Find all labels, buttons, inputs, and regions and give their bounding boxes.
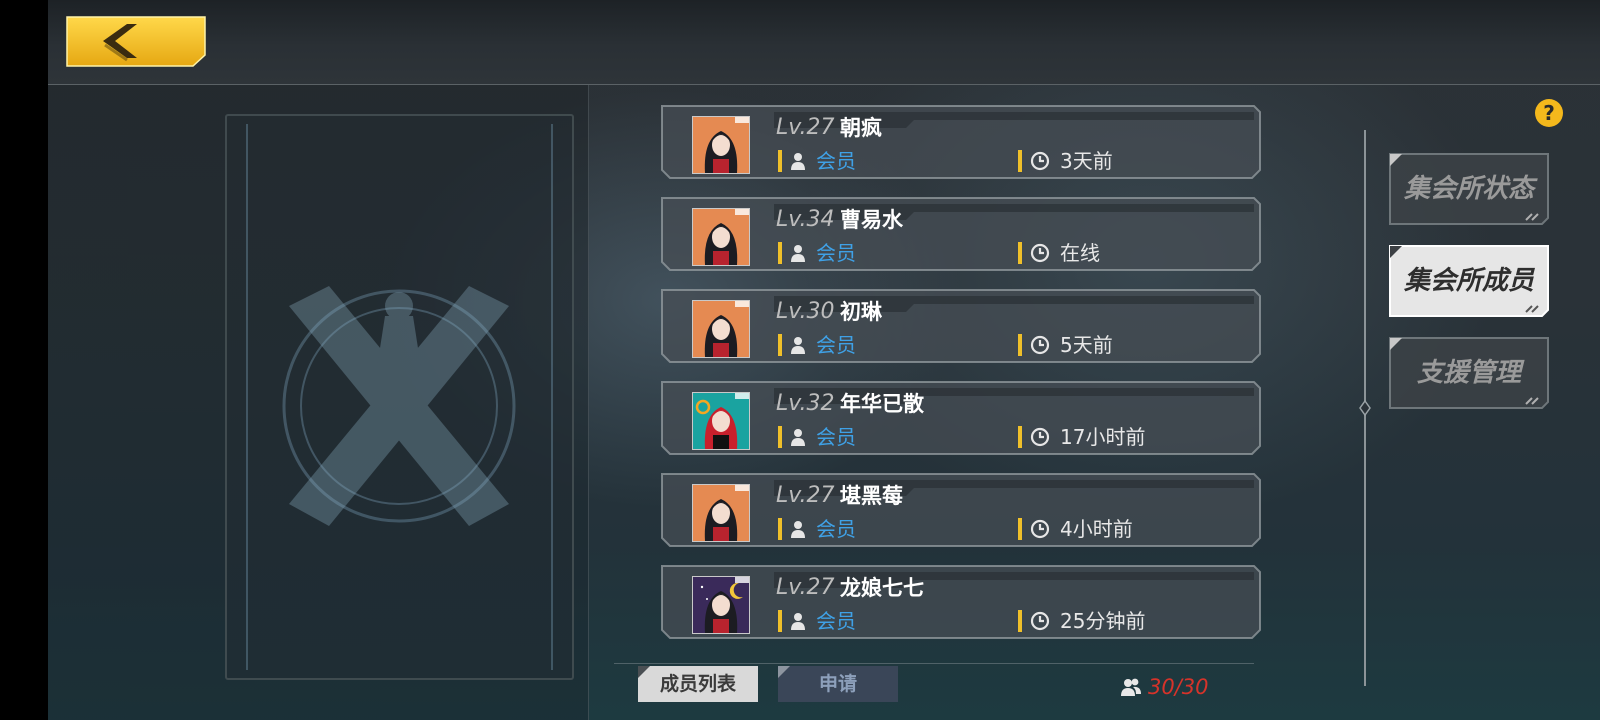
member-last-seen: 17小时前 xyxy=(1060,425,1146,449)
accent-bar xyxy=(778,426,782,448)
guild-info-panel xyxy=(48,85,589,720)
side-tab-support-management[interactable]: 支援管理 xyxy=(1386,336,1552,410)
accent-bar xyxy=(778,242,782,264)
clock-icon xyxy=(1030,611,1050,631)
member-row[interactable]: Lv.30 初琳会员 5天前 xyxy=(614,286,1284,366)
member-last-seen: 5天前 xyxy=(1060,333,1113,357)
tab-member-list-label: 成员列表 xyxy=(659,673,736,695)
game-screen: Lv.27 朝疯 会员 3天前 Lv.34 曹易水 会员 在线 Lv.30 初琳 会员 5天前 Lv.3… xyxy=(48,0,1600,720)
member-avatar[interactable] xyxy=(692,392,750,450)
member-level: Lv.27 xyxy=(776,483,835,508)
member-avatar[interactable] xyxy=(692,116,750,174)
member-role: 会员 xyxy=(816,425,856,449)
member-last-seen: 4小时前 xyxy=(1060,517,1133,541)
side-tab-guild-status[interactable]: 集会所状态 xyxy=(1386,152,1552,226)
person-icon xyxy=(791,613,805,630)
member-avatar[interactable] xyxy=(692,576,750,634)
person-icon xyxy=(791,337,805,354)
side-tab-label: 集会所状态 xyxy=(1403,174,1534,204)
guild-emblem-icon xyxy=(246,124,553,670)
tab-member-list[interactable]: 成员列表 xyxy=(638,666,758,702)
side-tab-label: 集会所成员 xyxy=(1403,266,1534,296)
back-button[interactable] xyxy=(65,15,207,68)
member-name: 朝疯 xyxy=(840,116,882,140)
member-avatar[interactable] xyxy=(692,208,750,266)
member-row[interactable]: Lv.27 朝疯会员 3天前 xyxy=(614,102,1284,182)
clock-icon xyxy=(1030,427,1050,447)
tab-applications[interactable]: 申请 xyxy=(778,666,898,702)
accent-bar xyxy=(778,150,782,172)
member-role: 会员 xyxy=(816,149,856,173)
member-row[interactable]: Lv.27 龙娘七七会员 25分钟前 xyxy=(614,562,1284,642)
side-tab-guild-members[interactable]: 集会所成员 xyxy=(1386,244,1552,318)
accent-bar xyxy=(1018,518,1022,540)
help-button[interactable]: ? xyxy=(1534,98,1564,128)
top-bar xyxy=(48,0,1600,85)
accent-bar xyxy=(1018,610,1022,632)
member-name: 曹易水 xyxy=(840,208,903,232)
member-name: 堪黑莓 xyxy=(840,484,903,508)
accent-bar xyxy=(1018,426,1022,448)
accent-bar xyxy=(1018,150,1022,172)
member-row[interactable]: Lv.27 堪黑莓会员 4小时前 xyxy=(614,470,1284,550)
member-role: 会员 xyxy=(816,241,856,265)
member-level: Lv.30 xyxy=(776,299,835,324)
accent-bar xyxy=(778,518,782,540)
svg-text:?: ? xyxy=(1543,101,1555,125)
person-icon xyxy=(791,153,805,170)
accent-bar xyxy=(1018,334,1022,356)
member-avatar[interactable] xyxy=(692,300,750,358)
member-role: 会员 xyxy=(816,517,856,541)
member-last-seen: 25分钟前 xyxy=(1060,609,1146,633)
members-icon xyxy=(1120,677,1142,697)
member-level: Lv.34 xyxy=(776,207,835,232)
member-name: 年华已散 xyxy=(840,392,924,416)
divider-ornament xyxy=(1359,399,1371,417)
person-icon xyxy=(791,245,805,262)
accent-bar xyxy=(778,610,782,632)
member-level: Lv.32 xyxy=(776,391,835,416)
guild-emblem-card xyxy=(225,114,574,680)
divider xyxy=(614,663,1254,664)
person-icon xyxy=(791,521,805,538)
member-list[interactable]: Lv.27 朝疯 会员 3天前 Lv.34 曹易水 会员 在线 Lv.30 初琳 会员 5天前 Lv.3… xyxy=(614,96,1294,649)
member-role: 会员 xyxy=(816,609,856,633)
member-level: Lv.27 xyxy=(776,115,835,140)
member-role: 会员 xyxy=(816,333,856,357)
clock-icon xyxy=(1030,335,1050,355)
side-tab-label: 支援管理 xyxy=(1416,358,1521,388)
member-level: Lv.27 xyxy=(776,575,835,600)
person-icon xyxy=(791,429,805,446)
member-row[interactable]: Lv.34 曹易水会员 在线 xyxy=(614,194,1284,274)
clock-icon xyxy=(1030,151,1050,171)
accent-bar xyxy=(1018,242,1022,264)
member-name: 初琳 xyxy=(840,300,882,324)
member-last-seen: 3天前 xyxy=(1060,149,1113,173)
member-name: 龙娘七七 xyxy=(840,576,924,600)
member-row[interactable]: Lv.32 年华已散会员 17小时前 xyxy=(614,378,1284,458)
tab-applications-label: 申请 xyxy=(818,673,857,695)
member-avatar[interactable] xyxy=(692,484,750,542)
member-count: 30/30 xyxy=(1148,675,1209,699)
clock-icon xyxy=(1030,519,1050,539)
clock-icon xyxy=(1030,243,1050,263)
accent-bar xyxy=(778,334,782,356)
member-last-seen: 在线 xyxy=(1060,241,1100,265)
question-icon: ? xyxy=(1535,99,1563,127)
